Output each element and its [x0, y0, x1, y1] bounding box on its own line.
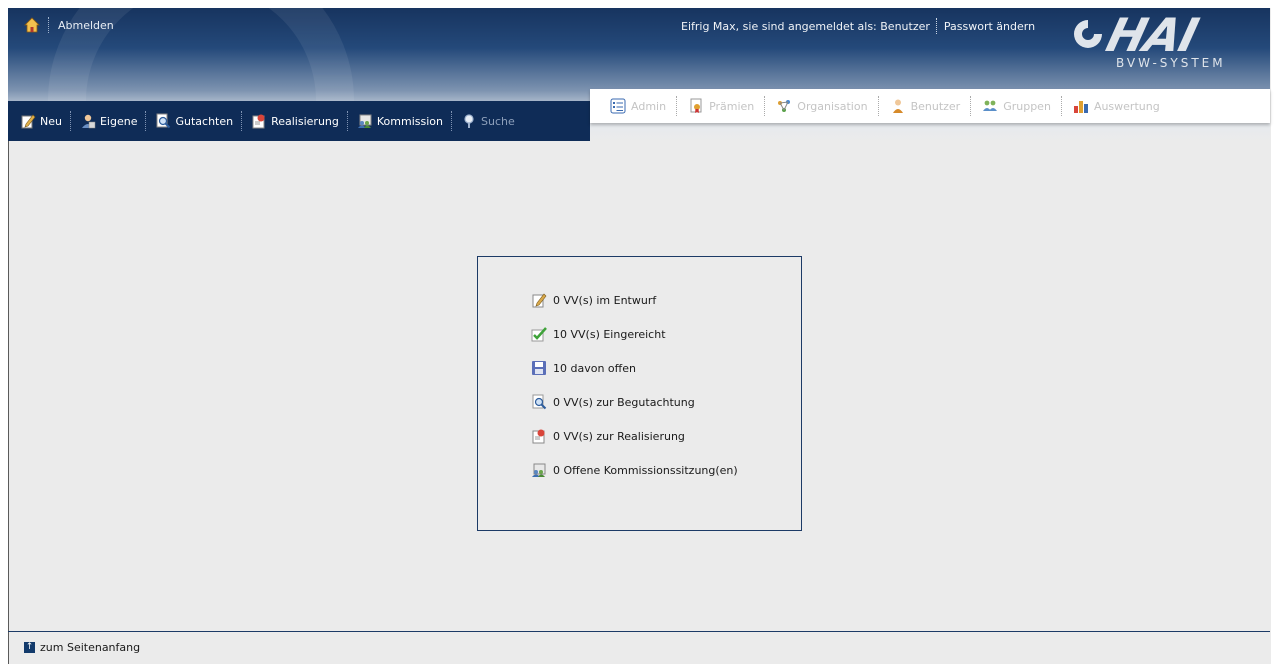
change-password-link[interactable]: Passwort ändern: [944, 20, 1035, 33]
main-nav-separator: [69, 111, 72, 131]
top-separator: [48, 17, 50, 33]
admin-item-gruppen[interactable]: Gruppen: [982, 98, 1051, 114]
user-info: Eifrig Max, sie sind angemeldet als: Ben…: [681, 18, 1035, 34]
nav-item-kommission[interactable]: Kommission: [357, 113, 443, 129]
admin-item-organisation[interactable]: Organisation: [776, 98, 868, 114]
realization-icon: [251, 113, 267, 129]
admin-item-auswertung[interactable]: Auswertung: [1073, 98, 1160, 114]
home-icon[interactable]: [24, 17, 40, 33]
nav-item-label: Suche: [480, 114, 515, 128]
stat-item[interactable]: 0 VV(s) zur Begutachtung: [531, 394, 695, 410]
stat-label: 0 VV(s) zur Begutachtung: [553, 395, 695, 409]
main-nav-separator: [145, 111, 147, 131]
stat-label: 10 VV(s) Eingereicht: [553, 327, 666, 341]
admin-item-label: Gruppen: [1003, 99, 1051, 113]
admin-nav-separator: [764, 96, 766, 116]
admin-item-label: Organisation: [797, 99, 868, 113]
commission-icon: [357, 113, 373, 129]
realization-icon: [531, 428, 547, 444]
main-navigation: Neu Eigene Gutachten Realisierung Kommission…: [8, 101, 590, 141]
nav-item-label: Neu: [40, 114, 62, 128]
admin-item-prämien[interactable]: Prämien: [688, 98, 754, 114]
hai-logo: HAI BVW-SYSTEM: [1068, 8, 1254, 74]
award-icon: [688, 98, 704, 114]
main-nav-separator: [346, 111, 349, 131]
logout-link[interactable]: Abmelden: [58, 19, 114, 32]
admin-nav-separator: [970, 96, 972, 116]
logo-mark-icon: [1074, 20, 1102, 48]
overview-panel: 0 VV(s) im Entwurf 10 VV(s) Eingereicht 10…: [477, 256, 802, 531]
admin-item-label: Admin: [631, 99, 667, 113]
main-nav-separator: [241, 111, 243, 131]
nav-item-label: Kommission: [376, 114, 443, 128]
magnifier-icon: [155, 113, 171, 129]
stat-label: 0 VV(s) im Entwurf: [553, 293, 657, 307]
commission-icon: [531, 462, 547, 478]
search-icon: [461, 113, 477, 129]
list-icon: [610, 98, 626, 114]
user-separator: [935, 18, 938, 34]
stat-label: 10 davon offen: [553, 361, 636, 375]
nav-item-neu[interactable]: Neu: [20, 113, 62, 129]
draft-icon: [531, 292, 547, 308]
edit-icon: [20, 113, 36, 129]
chart-icon: [1073, 98, 1089, 114]
nav-item-realisierung[interactable]: Realisierung: [251, 113, 339, 129]
organisation-icon: [776, 98, 792, 114]
footer-divider: [8, 631, 1270, 632]
review-icon: [531, 394, 547, 410]
admin-nav-separator: [877, 96, 880, 116]
nav-item-label: Gutachten: [175, 114, 234, 128]
stat-label: 0 VV(s) zur Realisierung: [553, 429, 685, 443]
admin-item-admin[interactable]: Admin: [610, 98, 666, 114]
admin-nav-separator: [676, 96, 678, 116]
admin-nav-separator: [1060, 96, 1063, 116]
stat-item[interactable]: 0 VV(s) im Entwurf: [531, 292, 656, 308]
admin-item-label: Prämien: [709, 99, 755, 113]
stat-item[interactable]: 0 Offene Kommissionssitzung(en): [531, 462, 738, 478]
person-icon: [80, 113, 96, 129]
stat-item[interactable]: 10 VV(s) Eingereicht: [531, 326, 666, 342]
stat-label: 0 Offene Kommissionssitzung(en): [553, 463, 738, 477]
logged-in-text: Eifrig Max, sie sind angemeldet als: Ben…: [681, 19, 930, 33]
admin-item-benutzer[interactable]: Benutzer: [890, 98, 961, 114]
nav-item-suche[interactable]: Suche: [461, 113, 515, 129]
user-icon: [890, 98, 906, 114]
admin-item-label: Auswertung: [1093, 99, 1160, 113]
nav-item-eigene[interactable]: Eigene: [80, 113, 138, 129]
save-icon: [531, 360, 547, 376]
nav-item-label: Realisierung: [271, 114, 339, 128]
check-icon: [531, 326, 547, 342]
back-to-top-link[interactable]: ↑ zum Seitenanfang: [24, 641, 140, 654]
stat-item[interactable]: 0 VV(s) zur Realisierung: [531, 428, 685, 444]
admin-navigation: Admin Prämien Organisation Benutzer Gruppen A…: [590, 89, 1270, 123]
logo-word: HAI: [1101, 8, 1203, 62]
stat-item[interactable]: 10 davon offen: [531, 360, 636, 376]
back-to-top-label: zum Seitenanfang: [40, 641, 141, 654]
top-bar: Abmelden: [24, 16, 114, 34]
nav-item-gutachten[interactable]: Gutachten: [155, 113, 233, 129]
admin-item-label: Benutzer: [910, 99, 961, 113]
logo-subtitle: BVW-SYSTEM: [1116, 56, 1226, 70]
nav-item-label: Eigene: [99, 114, 138, 128]
group-icon: [982, 98, 998, 114]
main-nav-separator: [450, 111, 453, 131]
arrow-up-icon: ↑: [24, 642, 35, 653]
